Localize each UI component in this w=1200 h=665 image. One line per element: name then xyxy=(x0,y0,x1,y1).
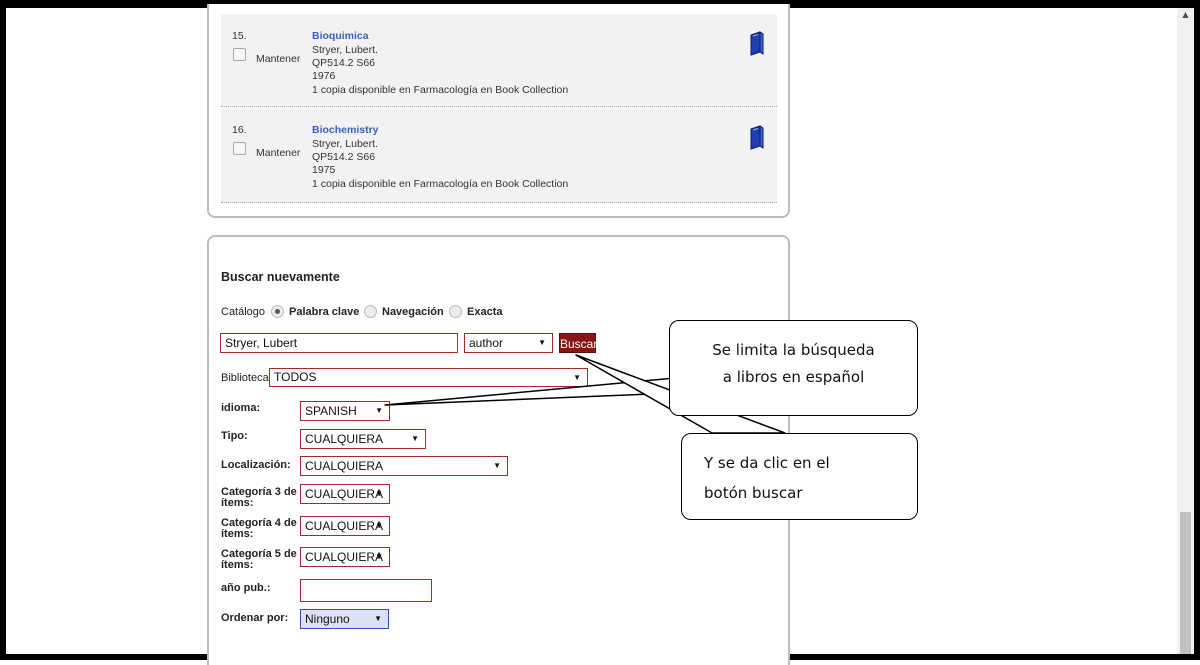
language-callout-line-2: a libros en español xyxy=(722,368,865,386)
button-callout-line-1: Y se da clic en el xyxy=(704,454,830,472)
button-callout-line-2: botón buscar xyxy=(704,484,803,502)
language-callout-line-1: Se limita la búsqueda xyxy=(712,341,875,359)
callout-pointers xyxy=(384,354,786,434)
language-callout: Se limita la búsqueda a libros en españo… xyxy=(669,320,918,416)
button-callout: Y se da clic en el botón buscar xyxy=(681,433,918,520)
